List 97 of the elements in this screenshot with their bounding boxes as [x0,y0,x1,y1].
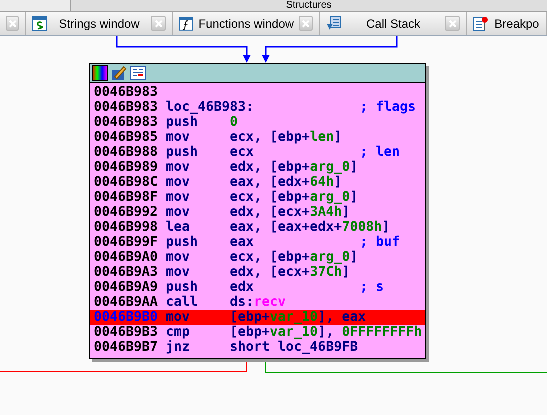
code-line[interactable]: 0046B9A3 mov edx, [ecx+37Ch] [90,265,425,280]
operand: ecx, [ebp+arg_0] [230,250,360,265]
tab[interactable]: Breakpo [467,12,547,35]
operand: eax, [edx+64h] [230,175,344,190]
close-button[interactable] [151,16,166,31]
close-button[interactable] [445,16,460,31]
code-line[interactable]: 0046B983 push 0 [90,115,425,130]
close-icon [154,20,162,28]
code-line[interactable]: 0046B9B3 cmp [ebp+var_10], 0FFFFFFFFh [90,325,425,340]
address: 0046B998 [94,220,160,235]
code-line[interactable]: 0046B983 [90,85,425,100]
comment: ; s [360,280,384,295]
graph-icon[interactable] [130,65,146,81]
code-line[interactable]: 0046B992 mov edx, [ecx+3A4h] [90,205,425,220]
stack-icon [326,16,342,32]
mnemonic: mov [166,310,192,325]
comment: ; flags [360,100,416,115]
mnemonic: mov [166,190,192,205]
operand: eax, [eax+edx+7008h] [230,220,390,235]
code-line[interactable]: 0046B998 lea eax, [eax+edx+7008h] [90,220,425,235]
operand: [ebp+var_10], eax [230,310,366,325]
address: 0046B9B0 [94,310,160,325]
code-line[interactable]: 0046B99F push eax ; buf [90,235,425,250]
address: 0046B9A9 [94,280,160,295]
code-line[interactable]: 0046B98F mov ecx, [ebp+arg_0] [90,190,425,205]
address: 0046B9B7 [94,340,160,355]
close-button[interactable] [6,16,19,31]
address: 0046B99F [94,235,160,250]
mnemonic: call [166,295,200,310]
operand: edx, [ecx+3A4h] [230,205,352,220]
close-button[interactable] [299,16,313,31]
close-icon [8,20,16,28]
operand: ds:recv [230,295,288,310]
operand: ecx [230,145,256,160]
close-icon [302,20,310,28]
address: 0046B992 [94,205,160,220]
mnemonic: push [166,280,200,295]
mnemonic: mov [166,175,192,190]
address: 0046B9A3 [94,265,160,280]
mnemonic: mov [166,205,192,220]
operand: edx, [ebp+arg_0] [230,160,360,175]
address: 0046B983 [94,85,160,100]
strings-icon [32,16,48,32]
address: 0046B988 [94,145,160,160]
code-line[interactable]: 0046B983 loc_46B983: ; flags [90,100,425,115]
breakpoint-icon [473,16,489,32]
operand: [ebp+var_10], 0FFFFFFFFh [230,325,422,340]
mnemonic: push [166,115,200,130]
address: 0046B9A0 [94,250,160,265]
operand: 0 [230,115,240,130]
code-line[interactable]: 0046B9AA call ds:recv [90,295,425,310]
code-line[interactable]: 0046B9B7 jnz short loc_46B9FB [90,340,425,355]
address: 0046B98C [94,175,160,190]
operand: ecx, [ebp+arg_0] [230,190,360,205]
pencil-icon[interactable] [111,65,127,81]
operand: edx [230,280,256,295]
address: 0046B9AA [94,295,160,310]
operand: edx, [ecx+37Ch] [230,265,352,280]
tab-label: Call Stack [365,16,422,32]
mnemonic: push [166,145,200,160]
tab-label: Functions window [198,16,294,32]
comment: ; buf [360,235,400,250]
operand: ecx, [ebp+len] [230,130,344,145]
comment: ; len [360,145,400,160]
tab-label: Breakpo [494,16,540,32]
operand: eax [230,235,256,250]
tab[interactable]: Call Stack [320,12,467,35]
code-line[interactable]: 0046B989 mov edx, [ebp+arg_0] [90,160,425,175]
code-line[interactable]: 0046B9A9 push edx ; s [90,280,425,295]
tab[interactable]: Strings window [26,12,173,35]
code-line[interactable]: 0046B98C mov eax, [edx+64h] [90,175,425,190]
code-label: loc_46B983: [166,100,256,115]
palette-icon[interactable] [92,65,108,81]
mnemonic: push [166,235,200,250]
mnemonic: jnz [166,340,192,355]
close-icon [448,20,456,28]
tab-label: Strings window [58,16,141,32]
graph-node[interactable] [89,63,426,359]
operand: short loc_46B9FB [230,340,360,355]
function-icon [179,16,194,32]
code-line[interactable]: 0046B9A0 mov ecx, [ebp+arg_0] [90,250,425,265]
code-line[interactable]: 0046B985 mov ecx, [ebp+len] [90,130,425,145]
mnemonic: mov [166,130,192,145]
address: 0046B985 [94,130,160,145]
tab[interactable]: Functions window [173,12,320,35]
tab[interactable]: Structures [70,0,547,11]
address: 0046B983 [94,100,160,115]
mnemonic: cmp [166,325,192,340]
mnemonic: mov [166,160,192,175]
mnemonic: mov [166,250,192,265]
address: 0046B989 [94,160,160,175]
address: 0046B98F [94,190,160,205]
mnemonic: lea [166,220,192,235]
mnemonic: mov [166,265,192,280]
address: 0046B9B3 [94,325,160,340]
code-line[interactable]: 0046B988 push ecx ; len [90,145,425,160]
address: 0046B983 [94,115,160,130]
